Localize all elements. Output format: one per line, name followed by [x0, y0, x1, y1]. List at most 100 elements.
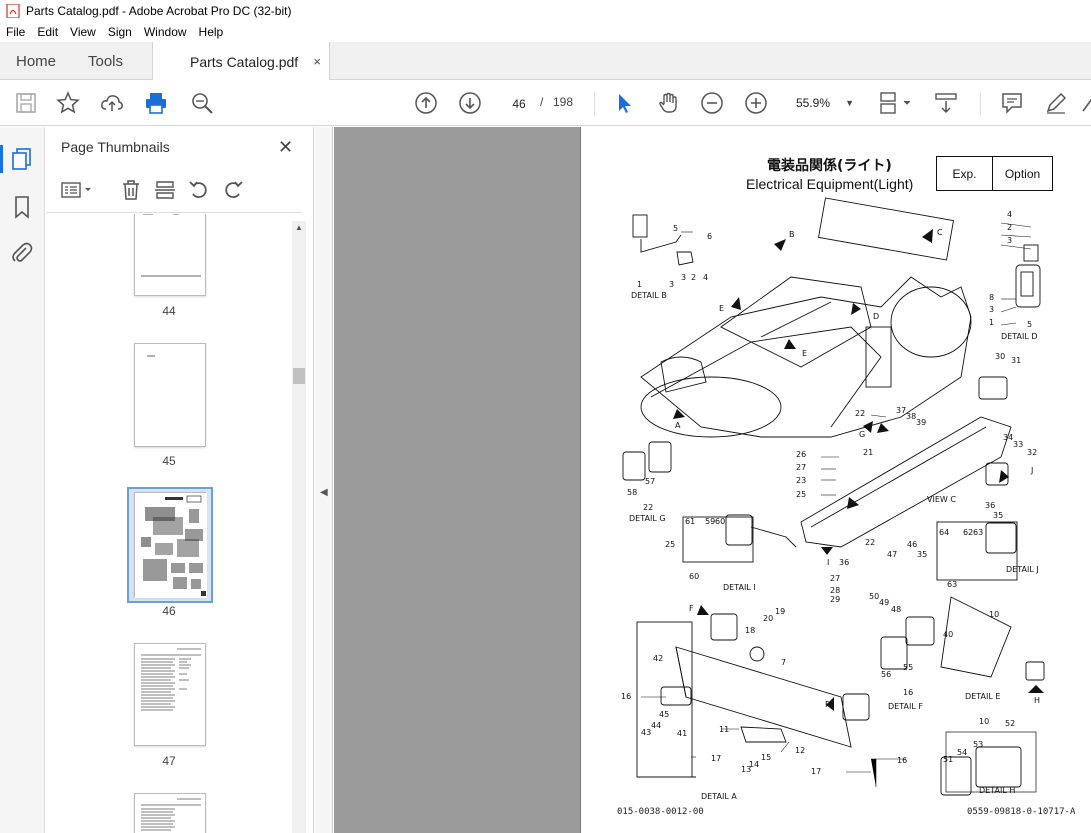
parts-diagram: DETAIL B DETAIL D DETAIL G VIEW C DETAIL…: [621, 197, 1045, 801]
part-number-callout: 30: [995, 352, 1005, 361]
extract-page-icon[interactable]: [154, 179, 176, 201]
part-number-callout: 5: [1027, 320, 1032, 329]
part-number-callout: 51: [943, 755, 953, 764]
more-tools-icon[interactable]: [1080, 91, 1091, 115]
zoom-search-icon[interactable]: [190, 91, 214, 115]
part-number-callout: 60: [715, 517, 725, 526]
page-number-input[interactable]: 46: [503, 90, 535, 116]
detail-label: DETAIL H: [979, 786, 1015, 795]
panel-collapse-handle[interactable]: ◀: [315, 127, 333, 833]
detail-label: DETAIL J: [1006, 565, 1039, 574]
page-layout-icon[interactable]: [878, 91, 914, 115]
part-number-callout: 28: [830, 586, 840, 595]
part-number-callout: 18: [745, 626, 755, 635]
part-number-callout: 44: [651, 721, 661, 730]
thumbnail-label: 44: [162, 304, 176, 318]
part-number-callout: 47: [887, 550, 897, 559]
menu-file[interactable]: File: [0, 25, 31, 39]
part-number-callout: 39: [916, 418, 926, 427]
part-number-callout: 3: [989, 305, 994, 314]
delete-page-icon[interactable]: [120, 179, 142, 201]
part-number-callout: 37: [896, 406, 906, 415]
page-thumbnail[interactable]: [134, 343, 206, 447]
tab-close-icon[interactable]: ×: [313, 54, 321, 69]
attachment-icon[interactable]: [10, 241, 34, 265]
part-number-callout: 5: [673, 224, 678, 233]
part-number-callout: 54: [957, 748, 967, 757]
page-thumbnails-icon[interactable]: [10, 147, 34, 171]
view-letter: F: [825, 700, 830, 709]
hand-tool-icon[interactable]: [656, 91, 680, 115]
rotate-clockwise-icon[interactable]: [222, 179, 244, 201]
menu-view[interactable]: View: [64, 25, 102, 39]
highlight-pen-icon[interactable]: [1044, 91, 1068, 115]
part-number-callout: 3: [669, 280, 674, 289]
view-letter: A: [675, 421, 681, 430]
menu-sign[interactable]: Sign: [102, 25, 138, 39]
part-number-callout: 15: [761, 753, 771, 762]
save-icon[interactable]: [14, 91, 38, 115]
menu-window[interactable]: Window: [138, 25, 193, 39]
part-number-callout: 6: [707, 232, 712, 241]
detail-label: DETAIL E: [965, 692, 1000, 701]
scroll-up-icon[interactable]: ▲: [295, 223, 303, 232]
close-icon[interactable]: ✕: [278, 137, 293, 158]
page-thumbnail[interactable]: [134, 643, 206, 746]
view-letter: I: [827, 558, 829, 567]
part-number-callout: 61: [685, 517, 695, 526]
previous-page-icon[interactable]: [414, 91, 438, 115]
page-thumbnail[interactable]: [134, 214, 206, 296]
part-number-callout: 31: [1011, 356, 1021, 365]
part-number-callout: 7: [781, 658, 786, 667]
scroll-mode-icon[interactable]: [934, 91, 958, 115]
tab-home[interactable]: Home: [16, 42, 56, 80]
upload-cloud-icon[interactable]: [100, 91, 124, 115]
active-indicator: [0, 145, 3, 173]
acrobat-app-icon: [6, 4, 20, 18]
part-number-callout: 8: [989, 293, 994, 302]
part-number-callout: 63: [947, 580, 957, 589]
part-number-callout: 22: [855, 409, 865, 418]
zoom-level-dropdown[interactable]: 55.9% ▼: [788, 90, 858, 116]
rotate-counterclockwise-icon[interactable]: [188, 179, 210, 201]
bookmark-icon[interactable]: [10, 195, 34, 219]
part-number-callout: 35: [993, 511, 1003, 520]
view-letter: J: [1030, 466, 1033, 475]
tab-document[interactable]: Parts Catalog.pdf ×: [152, 42, 330, 81]
toolbar-divider: [594, 92, 595, 116]
part-number-callout: 45: [659, 710, 669, 719]
scrollbar-thumb[interactable]: [293, 368, 305, 384]
zoom-out-icon[interactable]: [700, 91, 724, 115]
comment-icon[interactable]: [1000, 91, 1024, 115]
part-number-callout: 35: [917, 550, 927, 559]
part-number-callout: 60: [689, 572, 699, 581]
detail-label: DETAIL D: [1001, 332, 1037, 341]
footer-left-code: 015-0038-0012-00: [617, 807, 704, 817]
next-page-icon[interactable]: [458, 91, 482, 115]
pdf-page[interactable]: 電装品関係(ライト) Electrical Equipment(Light) E…: [580, 127, 1091, 833]
part-number-callout: 3: [1007, 236, 1012, 245]
detail-label: VIEW C: [927, 495, 956, 504]
print-icon[interactable]: [144, 91, 168, 115]
part-number-callout: 25: [665, 540, 675, 549]
part-number-callout: 25: [796, 490, 806, 499]
star-icon[interactable]: [56, 91, 80, 115]
thumbnail-list: 44 45 46 47: [46, 214, 314, 833]
part-number-callout: 23: [796, 476, 806, 485]
detail-label: DETAIL G: [629, 514, 666, 523]
page-thumbnail-current[interactable]: [134, 492, 207, 598]
page-thumbnail[interactable]: [134, 793, 206, 833]
zoom-in-icon[interactable]: [744, 91, 768, 115]
detail-label: DETAIL I: [723, 583, 756, 592]
part-number-callout: 20: [763, 614, 773, 623]
document-view[interactable]: 電装品関係(ライト) Electrical Equipment(Light) E…: [334, 127, 1091, 833]
part-number-callout: 10: [989, 610, 999, 619]
menu-edit[interactable]: Edit: [31, 25, 64, 39]
select-cursor-icon[interactable]: [612, 91, 636, 115]
menu-help[interactable]: Help: [193, 25, 230, 39]
thumbnail-label: 47: [162, 754, 176, 768]
thumbnail-scrollbar[interactable]: ▲: [292, 221, 306, 833]
view-letter: C: [937, 228, 943, 237]
thumbnail-options-icon[interactable]: [60, 179, 94, 201]
tab-tools[interactable]: Tools: [88, 42, 123, 80]
